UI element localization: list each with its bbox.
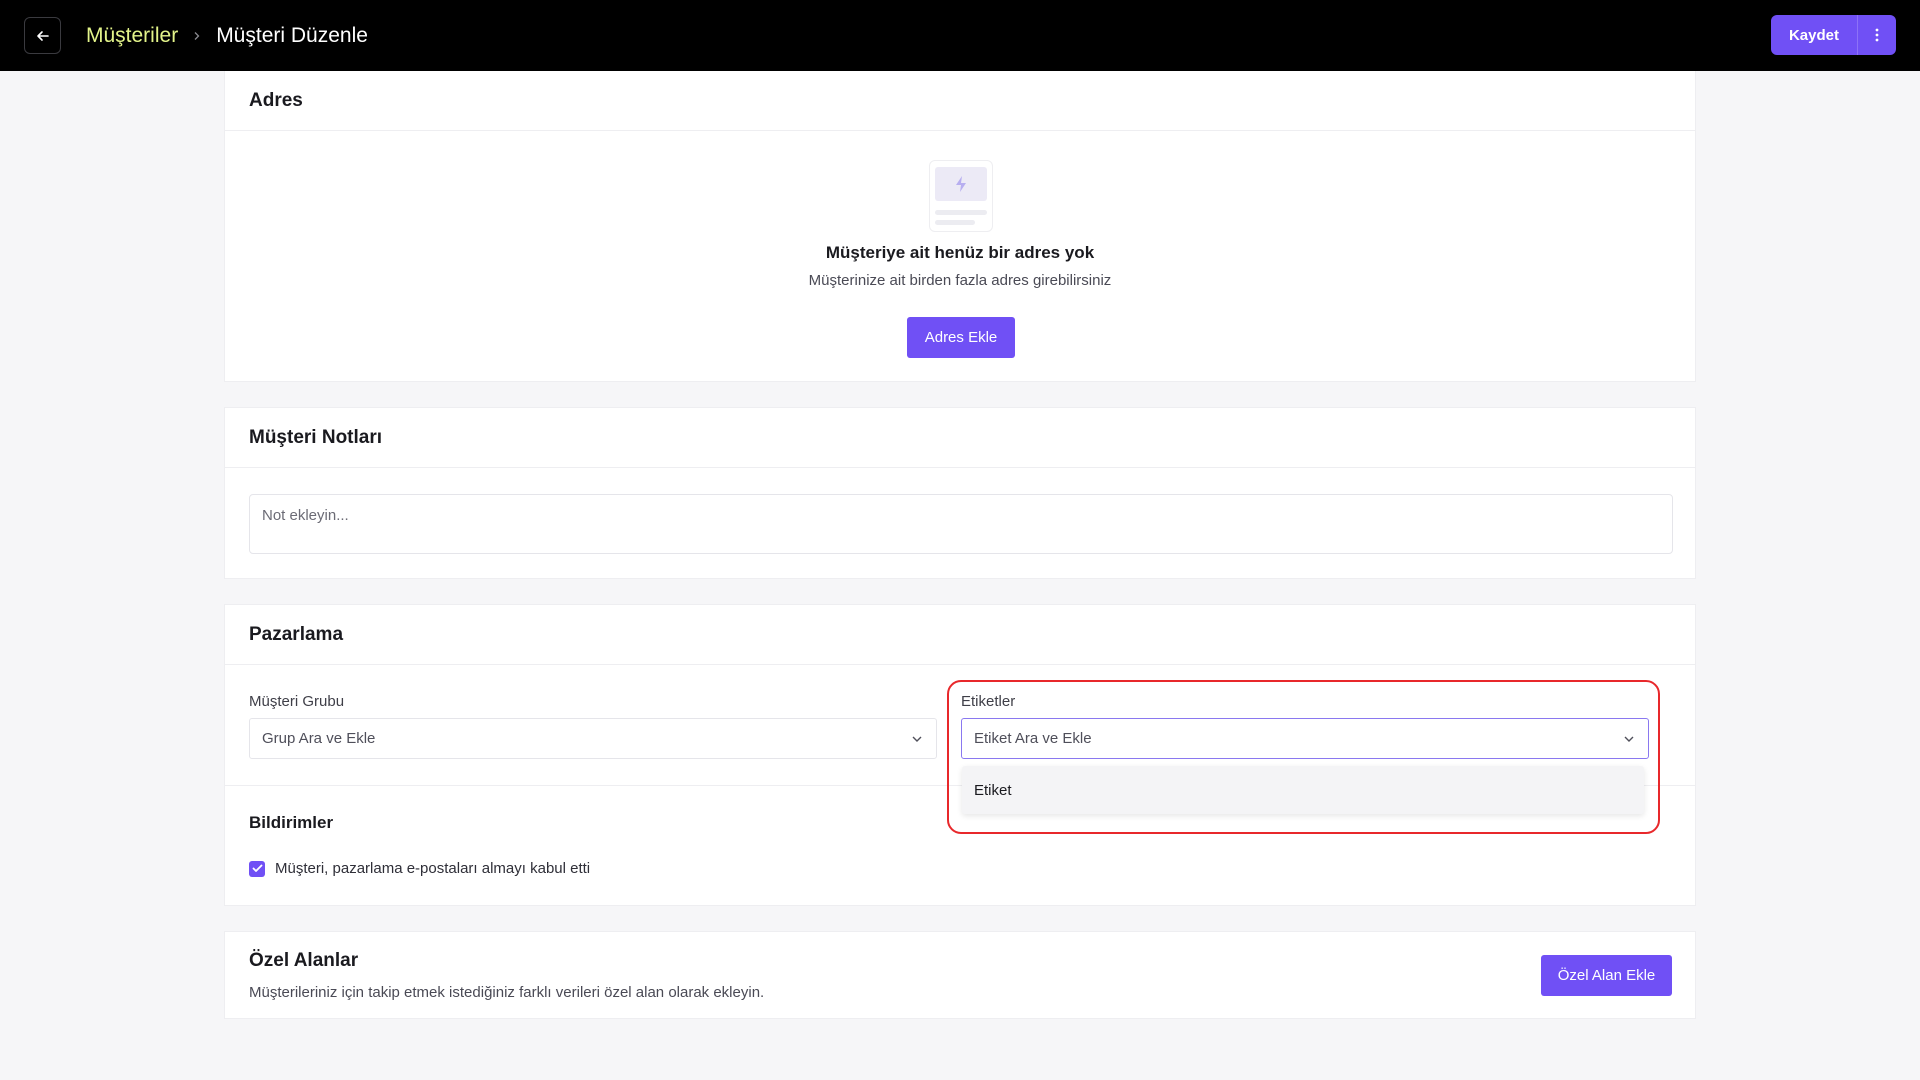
tags-option-label: Etiket (974, 781, 1012, 799)
customer-notes-title: Müşteri Notları (225, 408, 1695, 468)
tags-placeholder: Etiket Ara ve Ekle (974, 730, 1092, 747)
check-icon (252, 864, 262, 872)
address-card: Adres Müşteriye ait henüz bir adres yok … (224, 71, 1696, 382)
chevron-down-icon (1624, 736, 1634, 742)
empty-address-illustration (929, 160, 993, 232)
back-button[interactable] (24, 17, 61, 54)
add-custom-field-button[interactable]: Özel Alan Ekle (1541, 955, 1672, 996)
customer-group-select[interactable]: Grup Ara ve Ekle (249, 718, 937, 759)
save-button[interactable]: Kaydet (1770, 15, 1857, 55)
custom-fields-card: Özel Alanlar Müşterileriniz için takip e… (224, 931, 1696, 1019)
tags-label: Etiketler (961, 693, 1016, 710)
empty-address-subtitle: Müşterinize ait birden fazla adres gireb… (808, 272, 1112, 289)
add-address-button[interactable]: Adres Ekle (907, 317, 1015, 358)
customer-notes-card: Müşteri Notları (224, 407, 1696, 579)
notes-input[interactable] (249, 494, 1673, 554)
customer-group-label: Müşteri Grubu (249, 693, 345, 710)
tags-dropdown-option[interactable]: Etiket (962, 766, 1644, 814)
address-title: Adres (225, 71, 1695, 131)
page-title: Müşteri Düzenle (216, 23, 368, 47)
custom-fields-title: Özel Alanlar (249, 950, 359, 971)
lightning-icon (956, 176, 966, 192)
email-consent-checkbox-row[interactable]: Müşteri, pazarlama e-postaları almayı ka… (249, 860, 590, 877)
marketing-card: Pazarlama Müşteri Grubu Grup Ara ve Ekle… (224, 604, 1696, 906)
top-bar: Müşteriler Müşteri Düzenle Kaydet (0, 0, 1920, 71)
custom-fields-subtitle: Müşterileriniz için takip etmek istediği… (249, 984, 765, 1001)
breadcrumb: Müşteriler Müşteri Düzenle (86, 24, 368, 48)
notifications-title: Bildirimler (249, 813, 334, 832)
more-options-button[interactable] (1857, 15, 1896, 55)
arrow-left-icon (36, 30, 49, 41)
email-consent-checkbox[interactable] (249, 860, 265, 877)
chevron-right-icon (192, 31, 202, 41)
customer-group-placeholder: Grup Ara ve Ekle (262, 730, 376, 747)
save-button-group: Kaydet (1770, 15, 1896, 55)
marketing-title: Pazarlama (225, 605, 1695, 665)
email-consent-label: Müşteri, pazarlama e-postaları almayı ka… (275, 860, 591, 877)
tags-select[interactable]: Etiket Ara ve Ekle (961, 718, 1649, 759)
empty-address-title: Müşteriye ait henüz bir adres yok (825, 243, 1095, 262)
more-vertical-icon (1875, 28, 1879, 42)
breadcrumb-parent-link[interactable]: Müşteriler (86, 24, 178, 48)
chevron-down-icon (912, 736, 922, 742)
